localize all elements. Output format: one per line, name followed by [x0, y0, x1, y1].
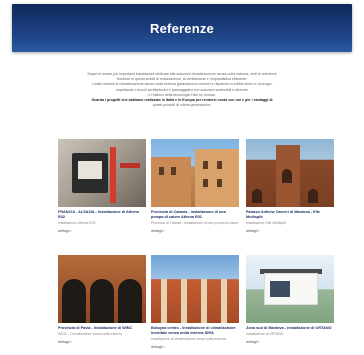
reference-subtitle: Installazione di ORTANO: [246, 332, 284, 337]
reference-thumbnail[interactable]: [58, 139, 146, 207]
reference-subtitle: Installazione Athena R32: [58, 221, 96, 226]
reference-title[interactable]: Provincia di Pavia - Installazione di WI…: [58, 326, 146, 331]
reference-card[interactable]: Palazzo Antiche Carceri di Mantova - Ell…: [246, 139, 334, 233]
reference-title[interactable]: Provincia di Catania - Installazione di …: [151, 210, 239, 220]
reference-subtitle: Provincia di Catania - Installazione di …: [151, 221, 239, 226]
intro-text: Scopri le nostre più importanti installa…: [30, 72, 334, 108]
details-link[interactable]: dettagli ›: [246, 340, 334, 344]
details-link[interactable]: dettagli ›: [151, 345, 239, 349]
reference-thumbnail[interactable]: [246, 255, 334, 323]
page-title: Referenze: [150, 20, 214, 36]
details-link[interactable]: dettagli ›: [246, 229, 334, 233]
details-link[interactable]: dettagli ›: [58, 340, 146, 344]
reference-subtitle: Installazione di climatizzatore senza un…: [151, 337, 226, 342]
reference-card[interactable]: FRANCIA - ALSAZIA - Installazione di Ath…: [58, 139, 146, 233]
reference-thumbnail[interactable]: [151, 255, 239, 323]
reference-thumbnail[interactable]: [58, 255, 146, 323]
reference-title[interactable]: FRANCIA - ALSAZIA - Installazione di Ath…: [58, 210, 146, 220]
reference-title[interactable]: Palazzo Antiche Carceri di Mantova - Ell…: [246, 210, 334, 220]
reference-card[interactable]: Provincia di Catania - Installazione di …: [151, 139, 239, 233]
reference-card[interactable]: Provincia di Pavia - Installazione di WI…: [58, 255, 146, 344]
reference-card[interactable]: Bologna centro - Installazione di climat…: [151, 255, 239, 349]
intro-highlight-tail: questi prodotti di ultima generazione.: [152, 103, 212, 108]
reference-title[interactable]: Bologna centro - Installazione di climat…: [151, 326, 239, 336]
reference-card[interactable]: Zona sud di Mantova - Installazione di O…: [246, 255, 334, 344]
details-link[interactable]: dettagli ›: [58, 229, 146, 233]
references-grid: FRANCIA - ALSAZIA - Installazione di Ath…: [0, 135, 364, 355]
reference-thumbnail[interactable]: [151, 139, 239, 207]
page-header: Referenze: [12, 4, 352, 52]
reference-subtitle: Installazione Elle Multisplit: [246, 221, 286, 226]
reference-title[interactable]: Zona sud di Mantova - Installazione di O…: [246, 326, 334, 331]
details-link[interactable]: dettagli ›: [151, 229, 239, 233]
reference-subtitle: WINC - Climatizzatore senza unità estern…: [58, 332, 123, 337]
reference-thumbnail[interactable]: [246, 139, 334, 207]
